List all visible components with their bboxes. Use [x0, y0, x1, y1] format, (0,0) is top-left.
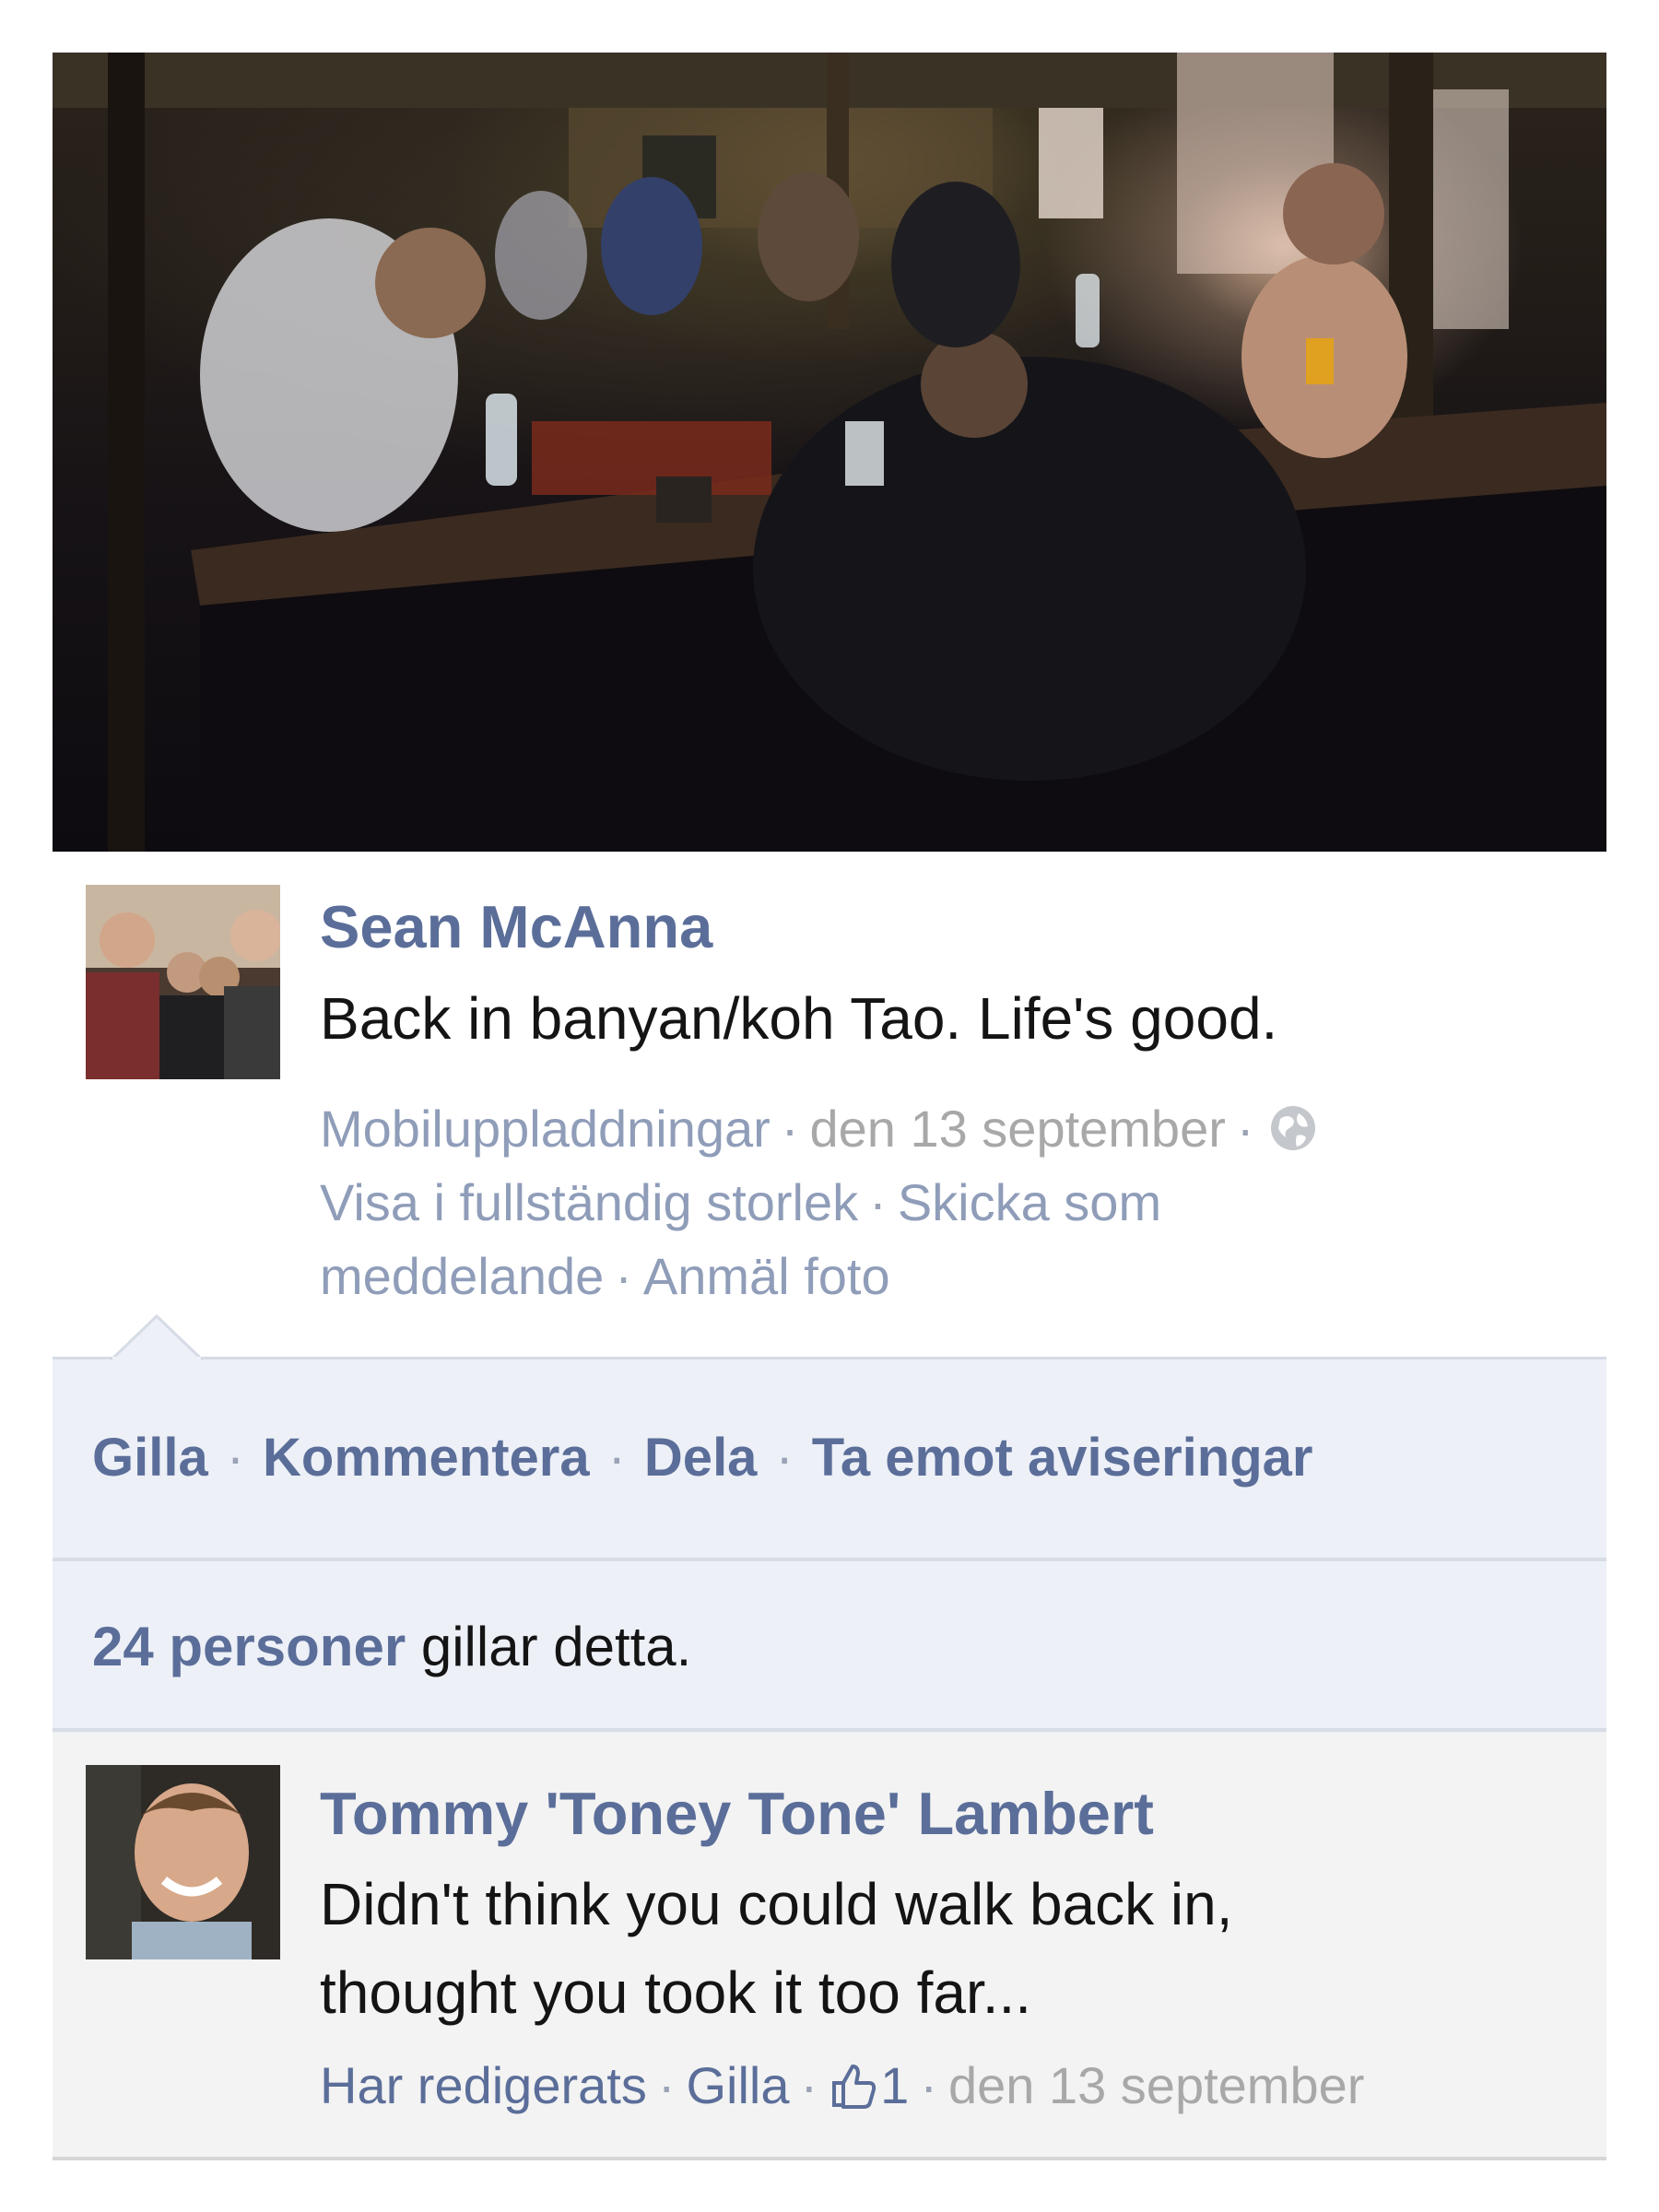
comment-text: Didn't think you could walk back in, tho… — [320, 1860, 1546, 2037]
separator: · — [607, 1428, 626, 1488]
separator: · — [226, 1428, 245, 1488]
thumbs-up-icon[interactable] — [829, 2059, 880, 2111]
post-meta: Mobiluppladdningar · den 13 september · Vis… — [320, 1092, 1564, 1313]
action-bar: Gilla · Kommentera · Dela · Ta emot aviseringa… — [92, 1427, 1312, 1488]
comment-text-line: thought you took it too far... — [320, 1959, 1032, 2026]
commenter-avatar[interactable] — [86, 1765, 280, 1959]
comment-meta: Har redigerats · Gilla · 1 · den 13 september — [320, 2055, 1364, 2115]
post-photo[interactable] — [53, 53, 1606, 852]
likes-count-link[interactable]: 24 personer — [92, 1616, 406, 1677]
separator: · — [615, 1247, 632, 1305]
report-photo-link[interactable]: Anmäl foto — [643, 1247, 890, 1305]
post-author-name[interactable]: Sean McAnna — [320, 892, 712, 961]
separator: · — [869, 1173, 887, 1231]
likes-summary: 24 personer gillar detta. — [92, 1615, 691, 1678]
separator: · — [800, 2056, 818, 2114]
comment-text-line: Didn't think you could walk back in, — [320, 1871, 1233, 1937]
panel-caret — [111, 1313, 203, 1360]
send-as-message-link-cont[interactable]: meddelande — [320, 1247, 604, 1305]
comment-like-button[interactable]: Gilla — [686, 2056, 789, 2114]
comment-like-count[interactable]: 1 — [880, 2056, 909, 2114]
separator: · — [781, 1100, 799, 1158]
comment-button[interactable]: Kommentera — [263, 1428, 590, 1488]
divider — [53, 1558, 1606, 1561]
globe-icon[interactable] — [1269, 1104, 1317, 1152]
photo-scene — [53, 53, 1606, 852]
divider — [53, 2157, 1606, 2160]
poster-avatar[interactable] — [86, 885, 280, 1079]
separator: · — [920, 2056, 937, 2114]
divider — [53, 1728, 1606, 1732]
separator: · — [775, 1428, 794, 1488]
post-caption: Back in banyan/koh Tao. Life's good. — [320, 985, 1278, 1052]
post-date[interactable]: den 13 september — [809, 1100, 1225, 1158]
comment-author-name[interactable]: Tommy 'Toney Tone' Lambert — [320, 1779, 1154, 1848]
likes-suffix: gillar detta. — [420, 1616, 692, 1677]
send-as-message-link[interactable]: Skicka som — [898, 1173, 1161, 1231]
notifications-button[interactable]: Ta emot aviseringar — [812, 1428, 1313, 1488]
like-button[interactable]: Gilla — [92, 1428, 208, 1488]
view-full-size-link[interactable]: Visa i fullständig storlek — [320, 1173, 858, 1231]
separator: · — [657, 2056, 676, 2114]
album-link[interactable]: Mobiluppladdningar — [320, 1100, 771, 1158]
comment-date[interactable]: den 13 september — [948, 2056, 1364, 2114]
separator: · — [1236, 1100, 1254, 1158]
edited-link[interactable]: Har redigerats — [320, 2056, 647, 2114]
share-button[interactable]: Dela — [644, 1428, 758, 1488]
